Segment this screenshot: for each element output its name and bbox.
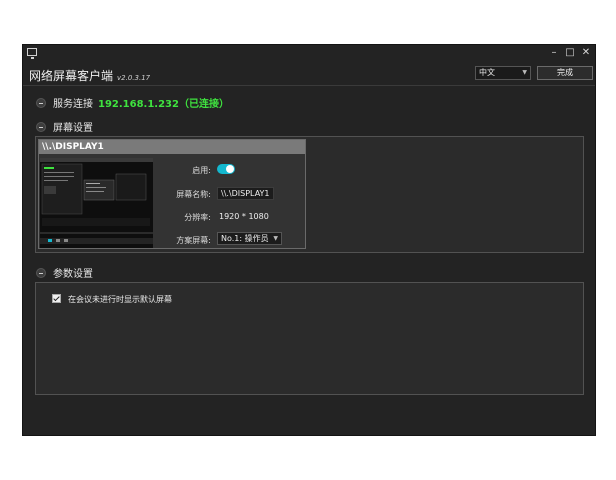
chevron-down-icon: ▼ <box>522 69 527 76</box>
default-screen-label: 在会议未进行时显示默认屏幕 <box>68 295 172 304</box>
collapse-icon[interactable] <box>36 121 46 132</box>
default-screen-checkbox[interactable] <box>52 294 61 303</box>
header-divider <box>23 85 595 86</box>
app-version: v2.0.3.17 <box>117 74 151 82</box>
screen-name-label: 屏幕名称: <box>176 190 211 199</box>
param-section-label: 参数设置 <box>53 269 93 280</box>
enabled-label: 启用: <box>192 166 211 175</box>
screen-name-field[interactable]: \\.\DISPLAY1 <box>217 187 274 200</box>
minimize-button[interactable]: – <box>549 46 559 60</box>
app-name: 网络屏幕客户端 <box>29 69 114 83</box>
screen-section-header[interactable]: 屏幕设置 <box>36 119 93 134</box>
role-select[interactable]: No.1: 操作员 ▼ <box>217 232 282 245</box>
param-section-header[interactable]: 参数设置 <box>36 265 93 280</box>
chevron-down-icon: ▼ <box>273 235 278 242</box>
done-button[interactable]: 完成 <box>537 66 593 80</box>
window-controls: – □ ✕ <box>549 46 591 60</box>
app-window: – □ ✕ 网络屏幕客户端 v2.0.3.17 中文 ▼ 完成 服务连接 192.… <box>22 44 596 436</box>
server-address: 192.168.1.232（已连接） <box>98 99 229 110</box>
app-title: 网络屏幕客户端 v2.0.3.17 <box>29 67 150 84</box>
title-bar: – □ ✕ <box>23 45 595 63</box>
collapse-icon[interactable] <box>36 97 46 108</box>
resolution-label: 分辨率: <box>184 213 211 222</box>
role-label: 方案屏幕: <box>176 236 211 245</box>
maximize-button[interactable]: □ <box>565 46 575 60</box>
role-value: No.1: 操作员 <box>221 234 269 243</box>
display-card-header: \\.\DISPLAY1 <box>39 140 305 154</box>
screen-preview <box>40 158 153 248</box>
display-card: \\.\DISPLAY1 启用: 屏幕名称: \\.\DISPLAY1 分辨率:… <box>38 139 306 249</box>
server-section-label: 服务连接 <box>53 99 93 110</box>
language-select[interactable]: 中文 ▼ <box>475 66 531 80</box>
enabled-toggle[interactable] <box>217 164 235 174</box>
monitor-icon <box>27 48 37 59</box>
server-section-header[interactable]: 服务连接 192.168.1.232（已连接） <box>36 95 229 110</box>
language-value: 中文 <box>479 68 495 77</box>
close-button[interactable]: ✕ <box>581 46 591 60</box>
resolution-value: 1920 * 1080 <box>219 212 269 221</box>
screen-section-label: 屏幕设置 <box>53 123 93 134</box>
screen-preview-image <box>40 158 153 248</box>
collapse-icon[interactable] <box>36 267 46 278</box>
